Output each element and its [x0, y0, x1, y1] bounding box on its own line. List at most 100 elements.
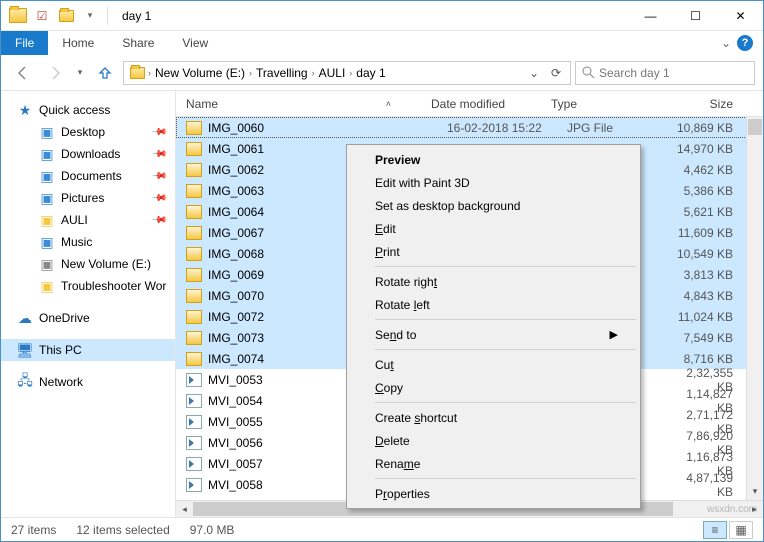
tab-home[interactable]: Home [48, 31, 108, 55]
refresh-icon[interactable]: ⟳ [546, 66, 566, 80]
video-icon [186, 478, 202, 492]
file-row[interactable]: IMG_006016-02-2018 15:22JPG File10,869 K… [176, 117, 763, 138]
file-type: JPG File [567, 121, 675, 135]
menu-label: Delete [375, 434, 410, 448]
view-icons-button[interactable]: ▦ [729, 521, 753, 539]
up-button[interactable] [91, 61, 119, 85]
menu-item[interactable]: Rotate right [349, 270, 638, 293]
sidebar-item[interactable]: ▣Pictures📌 [1, 187, 175, 209]
chevron-right-icon[interactable]: › [148, 68, 151, 78]
menu-item[interactable]: Send to▶ [349, 323, 638, 346]
sidebar-item[interactable]: ▣Downloads📌 [1, 143, 175, 165]
sidebar-this-pc[interactable]: 🖥This PC [1, 339, 175, 361]
sidebar-item[interactable]: ▣Troubleshooter Wor [1, 275, 175, 297]
menu-item[interactable]: Set as desktop background [349, 194, 638, 217]
menu-separator [375, 402, 636, 403]
image-icon [186, 184, 202, 198]
crumb-1[interactable]: Travelling [254, 66, 310, 80]
menu-item[interactable]: Preview [349, 148, 638, 171]
expand-ribbon-icon[interactable]: ⌄ [715, 36, 737, 50]
menu-item[interactable]: Create shortcut [349, 406, 638, 429]
scroll-left-icon[interactable]: ◂ [176, 501, 193, 517]
status-item-count: 27 items [11, 523, 56, 537]
image-icon [186, 247, 202, 261]
menu-label: Rotate right [375, 275, 437, 289]
breadcrumb-dropdown-icon[interactable]: ⌄ [524, 66, 544, 80]
menu-label: Edit with Paint 3D [375, 176, 470, 190]
menu-label: Create shortcut [375, 411, 457, 425]
tab-view[interactable]: View [168, 31, 222, 55]
qat-dropdown-icon[interactable]: ▾ [79, 5, 101, 27]
qat-newfolder-icon[interactable] [55, 5, 77, 27]
search-icon [582, 66, 595, 79]
menu-item[interactable]: Properties [349, 482, 638, 505]
crumb-3[interactable]: day 1 [354, 66, 387, 80]
video-icon [186, 373, 202, 387]
maximize-button[interactable]: ☐ [673, 1, 718, 30]
vertical-scrollbar[interactable]: ▴ ▾ [746, 117, 763, 500]
scroll-down-icon[interactable]: ▾ [747, 483, 763, 500]
crumb-0[interactable]: New Volume (E:) [153, 66, 247, 80]
tab-share[interactable]: Share [108, 31, 168, 55]
view-details-button[interactable]: ≡ [703, 521, 727, 539]
folder-icon: ▣ [39, 212, 55, 228]
cloud-icon: ☁ [17, 310, 33, 326]
header-name[interactable]: Name˄ [176, 97, 431, 111]
chevron-right-icon[interactable]: › [349, 68, 352, 78]
menu-item[interactable]: Copy [349, 376, 638, 399]
forward-button[interactable] [41, 61, 69, 85]
navigation-pane: ★ Quick access ▣Desktop📌▣Downloads📌▣Docu… [1, 91, 176, 517]
sidebar-network[interactable]: 🖧Network [1, 371, 175, 393]
video-icon [186, 415, 202, 429]
sidebar-quick-access[interactable]: ★ Quick access [1, 99, 175, 121]
sidebar-onedrive[interactable]: ☁OneDrive [1, 307, 175, 329]
pin-icon: 📌 [150, 212, 167, 229]
sidebar-item[interactable]: ▣Music [1, 231, 175, 253]
menu-item[interactable]: Delete [349, 429, 638, 452]
column-headers[interactable]: Name˄ Date modified Type Size [176, 91, 763, 117]
header-date[interactable]: Date modified [431, 97, 551, 111]
menu-item[interactable]: Rotate left [349, 293, 638, 316]
context-menu: Preview Edit with Paint 3D Set as desktop … [346, 144, 641, 509]
scroll-thumb[interactable] [748, 119, 762, 135]
close-button[interactable]: ✕ [718, 1, 763, 30]
search-input[interactable]: Search day 1 [575, 61, 755, 85]
menu-separator [375, 349, 636, 350]
window-title: day 1 [114, 9, 151, 23]
menu-separator [375, 478, 636, 479]
pin-icon: 📌 [150, 168, 167, 185]
menu-label: Copy [375, 381, 403, 395]
network-icon: 🖧 [17, 374, 33, 390]
header-size[interactable]: Size [659, 97, 763, 111]
sidebar-item[interactable]: ▣New Volume (E:) [1, 253, 175, 275]
help-icon[interactable]: ? [737, 35, 753, 51]
chevron-right-icon[interactable]: › [249, 68, 252, 78]
menu-item[interactable]: Edit with Paint 3D [349, 171, 638, 194]
image-icon [186, 142, 202, 156]
sidebar-item[interactable]: ▣AULI📌 [1, 209, 175, 231]
image-icon [186, 121, 202, 135]
header-type[interactable]: Type [551, 97, 659, 111]
sidebar-item[interactable]: ▣Desktop📌 [1, 121, 175, 143]
folder-icon: ▣ [39, 234, 55, 250]
crumb-2[interactable]: AULI [317, 66, 348, 80]
menu-label: Properties [375, 487, 430, 501]
menu-item[interactable]: Print [349, 240, 638, 263]
search-placeholder: Search day 1 [599, 66, 670, 80]
breadcrumb[interactable]: › New Volume (E:)› Travelling› AULI› day… [123, 61, 571, 85]
titlebar: ☑ ▾ day 1 ― ☐ ✕ [1, 1, 763, 31]
chevron-right-icon[interactable]: › [312, 68, 315, 78]
qat-properties-icon[interactable]: ☑ [31, 5, 53, 27]
minimize-button[interactable]: ― [628, 1, 673, 30]
folder-icon: ▣ [39, 124, 55, 140]
tab-file[interactable]: File [1, 31, 48, 55]
recent-dropdown-icon[interactable]: ▾ [73, 61, 87, 85]
sidebar-item[interactable]: ▣Documents📌 [1, 165, 175, 187]
navbar: ▾ › New Volume (E:)› Travelling› AULI› d… [1, 55, 763, 91]
menu-label: Rename [375, 457, 420, 471]
menu-item[interactable]: Rename [349, 452, 638, 475]
menu-item[interactable]: Cut [349, 353, 638, 376]
back-button[interactable] [9, 61, 37, 85]
menu-item[interactable]: Edit [349, 217, 638, 240]
image-icon [186, 289, 202, 303]
